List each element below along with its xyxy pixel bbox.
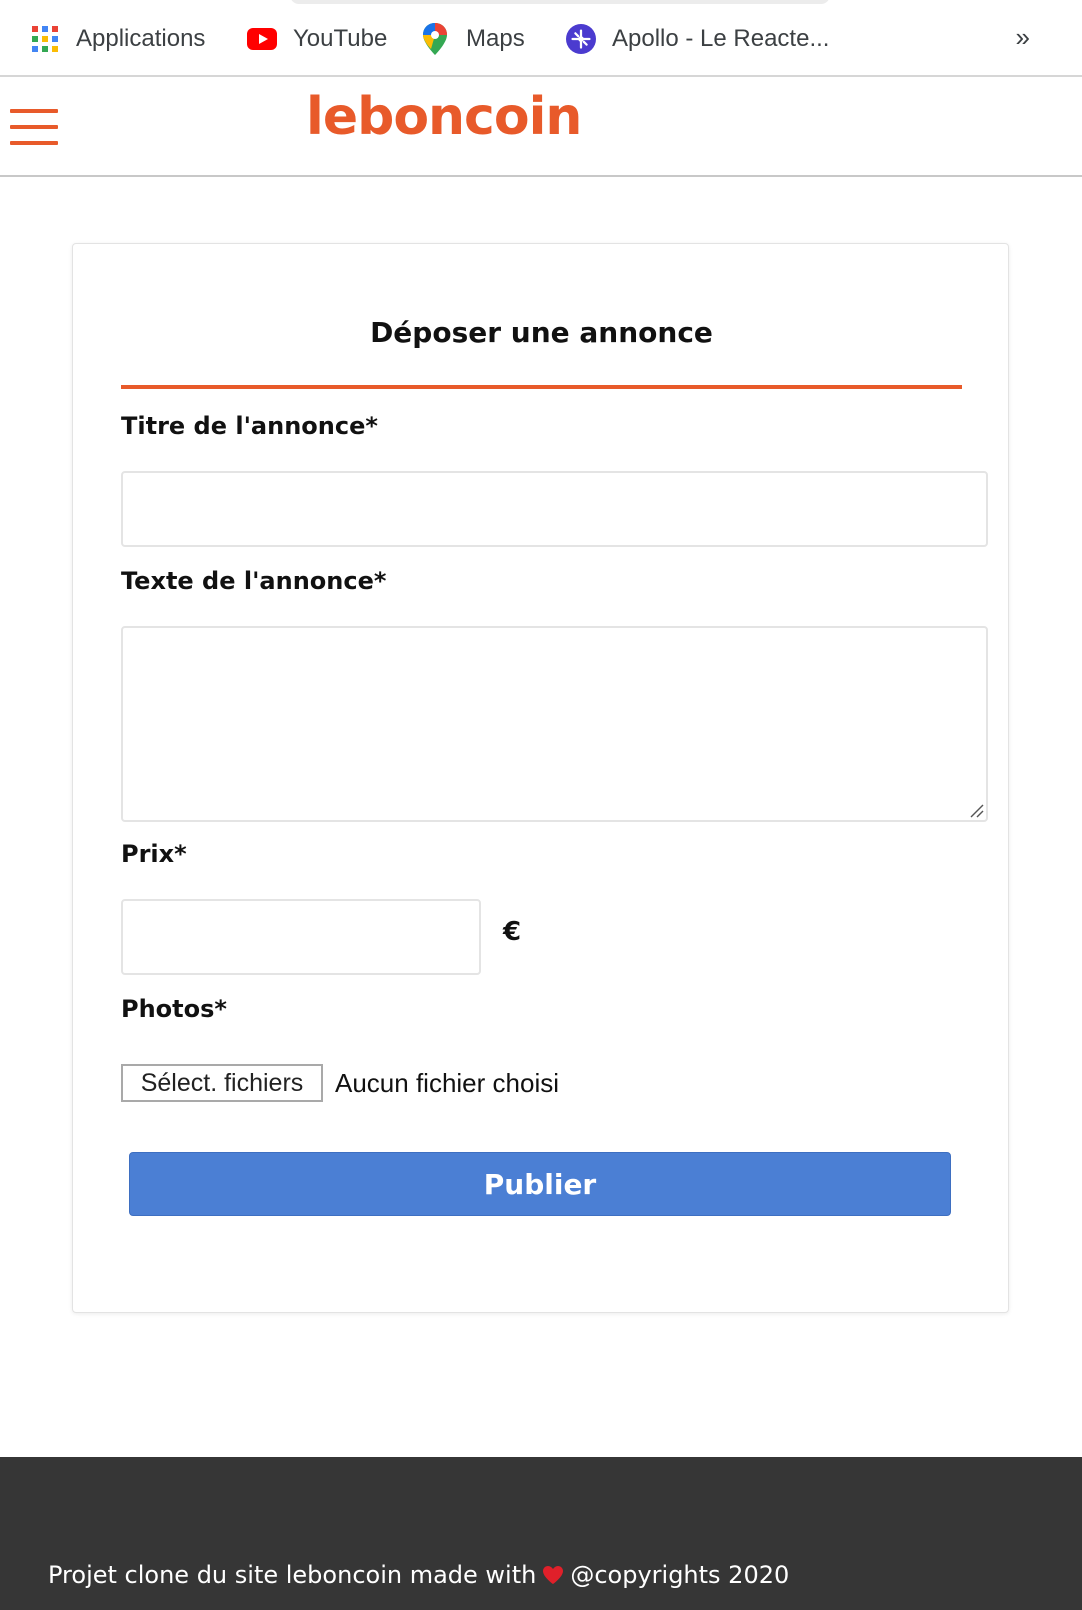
youtube-icon	[247, 24, 277, 54]
bookmarks-bar: Applications YouTube Maps Apollo - Le Re…	[0, 0, 1082, 77]
footer-credits: Projet clone du site leboncoin made with…	[48, 1561, 789, 1589]
menu-bar	[10, 141, 58, 145]
ad-title-input[interactable]	[121, 471, 988, 547]
site-footer: Projet clone du site leboncoin made with…	[0, 1457, 1082, 1610]
bookmark-label: YouTube	[293, 25, 388, 52]
bookmarks-overflow-button[interactable]: »	[1016, 22, 1030, 53]
address-bar-edge	[290, 0, 830, 4]
bookmark-maps[interactable]: Maps	[420, 20, 525, 58]
maps-pin-icon	[420, 23, 450, 55]
file-status-text: Aucun fichier choisi	[335, 1068, 559, 1098]
publish-ad-card: Déposer une annonce Titre de l'annonce* …	[72, 243, 1009, 1313]
currency-symbol: €	[503, 917, 522, 947]
ad-title-label: Titre de l'annonce*	[121, 412, 378, 440]
leboncoin-logo[interactable]: leboncoin	[306, 87, 582, 147]
select-files-button[interactable]: Sélect. fichiers	[121, 1064, 323, 1102]
bookmark-label: Apollo - Le Reacte...	[612, 25, 830, 52]
price-input[interactable]	[121, 899, 481, 975]
publish-button[interactable]: Publier	[129, 1152, 951, 1216]
menu-bar	[10, 109, 58, 113]
bookmark-apollo[interactable]: Apollo - Le Reacte...	[566, 20, 829, 58]
hamburger-menu-icon[interactable]	[10, 107, 60, 147]
ad-text-label: Texte de l'annonce*	[121, 567, 387, 595]
apps-grid-icon	[30, 24, 60, 54]
page-title: Déposer une annonce	[370, 316, 713, 349]
price-label: Prix*	[121, 840, 187, 868]
title-divider	[121, 385, 962, 389]
footer-text-end: @copyrights 2020	[570, 1561, 790, 1589]
resize-grip-icon[interactable]	[968, 802, 984, 818]
bookmark-youtube[interactable]: YouTube	[247, 20, 387, 58]
menu-bar	[10, 125, 58, 129]
bookmark-label: Maps	[466, 25, 525, 52]
heart-icon	[543, 1566, 564, 1584]
ad-text-textarea[interactable]	[121, 626, 988, 822]
site-header: leboncoin	[0, 77, 1082, 177]
bookmark-applications[interactable]: Applications	[30, 20, 205, 58]
photos-label: Photos*	[121, 995, 227, 1023]
bookmark-label: Applications	[76, 25, 206, 52]
apollo-icon	[566, 24, 596, 54]
footer-text-start: Projet clone du site leboncoin made with	[48, 1561, 537, 1589]
